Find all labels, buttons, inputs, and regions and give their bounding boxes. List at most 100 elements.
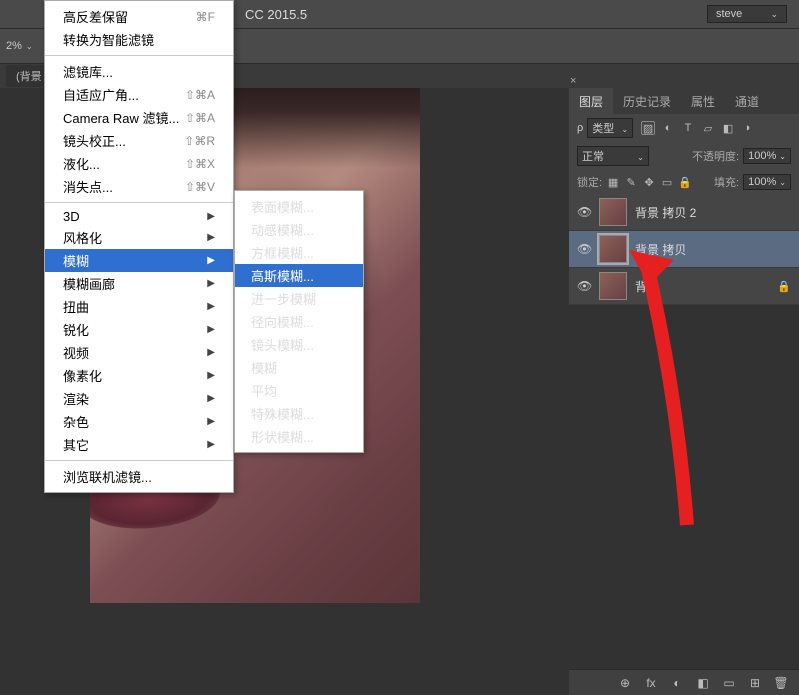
adjustment-icon[interactable]: ◧ — [695, 675, 711, 691]
submenu-item-label: 径向模糊... — [251, 312, 314, 331]
menu-item[interactable]: 渲染▶ — [45, 387, 233, 410]
blend-mode-select[interactable]: 正常 ⌄ — [577, 146, 649, 166]
app-title: CC 2015.5 — [245, 7, 307, 22]
menu-item[interactable]: 自适应广角...⇧⌘A — [45, 83, 233, 106]
menu-item[interactable]: 扭曲▶ — [45, 295, 233, 318]
lock-artboard-icon[interactable]: ▭ — [660, 175, 674, 189]
menu-item[interactable]: 高反差保留⌘F — [45, 5, 233, 28]
fx-icon[interactable]: fx — [643, 675, 659, 691]
menu-item[interactable]: 浏览联机滤镜... — [45, 465, 233, 488]
menu-item[interactable]: 液化...⇧⌘X — [45, 152, 233, 175]
chevron-down-icon: ⌄ — [26, 42, 33, 51]
submenu-item[interactable]: 方框模糊... — [235, 241, 363, 264]
trash-icon[interactable]: 🗑 — [773, 675, 789, 691]
layer-thumbnail[interactable] — [599, 235, 627, 263]
submenu-arrow-icon: ▶ — [207, 301, 215, 312]
submenu-item[interactable]: 进一步模糊 — [235, 287, 363, 310]
submenu-item[interactable]: 动感模糊... — [235, 218, 363, 241]
filter-toggle-icon[interactable]: ◗ — [741, 121, 755, 135]
zoom-value[interactable]: 2% ⌄ — [0, 40, 30, 52]
submenu-item[interactable]: 表面模糊... — [235, 195, 363, 218]
menu-item[interactable]: 模糊画廊▶ — [45, 272, 233, 295]
layer-item[interactable]: 👁 背景 拷贝 2 — [569, 194, 799, 231]
menu-item-label: 自适应广角... — [63, 85, 139, 104]
layer-item[interactable]: 👁 背景 拷贝 — [569, 231, 799, 268]
link-icon[interactable]: ⊕ — [617, 675, 633, 691]
menu-item[interactable]: 其它 ▶ — [45, 433, 233, 456]
menu-item[interactable]: 模糊▶ — [45, 249, 233, 272]
submenu-item[interactable]: 径向模糊... — [235, 310, 363, 333]
submenu-item[interactable]: 特殊模糊... — [235, 402, 363, 425]
menu-item[interactable]: 滤镜库... — [45, 60, 233, 83]
blur-submenu[interactable]: 表面模糊... 动感模糊...方框模糊... 高斯模糊... 进一步模糊径向模糊...… — [234, 190, 364, 453]
submenu-arrow-icon: ▶ — [207, 211, 215, 222]
submenu-item[interactable]: 镜头模糊... — [235, 333, 363, 356]
submenu-item-label: 表面模糊... — [251, 197, 314, 216]
lock-all-icon[interactable]: 🔒 — [678, 175, 692, 189]
menu-item-label: 3D — [63, 209, 80, 224]
layer-name[interactable]: 背景 拷贝 — [635, 241, 686, 258]
fill-value[interactable]: 100% ⌄ — [743, 174, 791, 190]
panel-tab[interactable]: 历史记录 — [613, 88, 681, 114]
menu-item[interactable]: 3D ▶ — [45, 207, 233, 226]
filter-shape-icon[interactable]: ▱ — [701, 121, 715, 135]
menu-item[interactable]: 像素化▶ — [45, 364, 233, 387]
submenu-item-label: 高斯模糊... — [251, 266, 314, 285]
group-icon[interactable]: ▭ — [721, 675, 737, 691]
menu-item[interactable]: Camera Raw 滤镜...⇧⌘A — [45, 106, 233, 129]
submenu-item[interactable]: 平均 — [235, 379, 363, 402]
submenu-arrow-icon: ▶ — [207, 347, 215, 358]
submenu-arrow-icon: ▶ — [207, 439, 215, 450]
visibility-eye-icon[interactable]: 👁 — [577, 242, 591, 256]
layer-thumbnail[interactable] — [599, 272, 627, 300]
panel-tab[interactable]: 图层 — [569, 88, 613, 114]
filter-adjust-icon[interactable]: ◐ — [661, 121, 675, 135]
filter-menu[interactable]: 高反差保留⌘F转换为智能滤镜滤镜库...自适应广角...⇧⌘ACamera Ra… — [44, 0, 234, 493]
visibility-eye-icon[interactable]: 👁 — [577, 205, 591, 219]
visibility-eye-icon[interactable]: 👁 — [577, 279, 591, 293]
menu-item-label: 杂色 — [63, 412, 89, 431]
layer-filter-row: ρ 类型 ⌄ ▨ ◐ T ▱ ◧ ◗ — [569, 114, 799, 142]
menu-item-label: 模糊画廊 — [63, 274, 115, 293]
submenu-item[interactable]: 高斯模糊... — [235, 264, 363, 287]
menu-item[interactable]: 视频 ▶ — [45, 341, 233, 364]
filter-type-icon[interactable]: T — [681, 121, 695, 135]
menu-item[interactable]: 镜头校正...⇧⌘R — [45, 129, 233, 152]
submenu-item[interactable]: 形状模糊... — [235, 425, 363, 448]
layer-name[interactable]: 背景 拷贝 2 — [635, 204, 696, 221]
lock-paint-icon[interactable]: ✎ — [624, 175, 638, 189]
submenu-arrow-icon: ▶ — [207, 416, 215, 427]
menu-item[interactable]: 风格化▶ — [45, 226, 233, 249]
opacity-value[interactable]: 100% ⌄ — [743, 148, 791, 164]
menu-item-label: 高反差保留 — [63, 7, 128, 26]
user-select[interactable]: steve ⌄ — [707, 5, 787, 23]
menu-item-label: 视频 — [63, 343, 89, 362]
chevron-down-icon: ⌄ — [621, 125, 628, 134]
lock-transparency-icon[interactable]: ▦ — [606, 175, 620, 189]
menu-item[interactable]: 消失点...⇧⌘V — [45, 175, 233, 198]
panel-tab[interactable]: 属性 — [681, 88, 725, 114]
menu-item[interactable]: 杂色 ▶ — [45, 410, 233, 433]
new-layer-icon[interactable]: ⊞ — [747, 675, 763, 691]
submenu-item-label: 进一步模糊 — [251, 289, 316, 308]
filter-type-select[interactable]: 类型 ⌄ — [587, 118, 633, 138]
submenu-item[interactable]: 模糊 — [235, 356, 363, 379]
panel-close-button[interactable]: × — [570, 75, 576, 87]
lock-move-icon[interactable]: ✥ — [642, 175, 656, 189]
submenu-item-label: 模糊 — [251, 358, 277, 377]
submenu-item-label: 平均 — [251, 381, 277, 400]
panel-tab[interactable]: 通道 — [725, 88, 769, 114]
menu-separator — [45, 202, 233, 203]
submenu-arrow-icon: ▶ — [207, 232, 215, 243]
chevron-down-icon: ⌄ — [770, 9, 778, 20]
filter-smart-icon[interactable]: ◧ — [721, 121, 735, 135]
menu-item-label: 其它 — [63, 435, 89, 454]
mask-icon[interactable]: ◐ — [669, 675, 685, 691]
layer-thumbnail[interactable] — [599, 198, 627, 226]
filter-image-icon[interactable]: ▨ — [641, 121, 655, 135]
layer-item[interactable]: 👁背景🔒 — [569, 268, 799, 305]
layer-name[interactable]: 背景 — [635, 278, 659, 295]
menu-item-label: 渲染 — [63, 389, 89, 408]
menu-item[interactable]: 转换为智能滤镜 — [45, 28, 233, 51]
menu-item[interactable]: 锐化▶ — [45, 318, 233, 341]
